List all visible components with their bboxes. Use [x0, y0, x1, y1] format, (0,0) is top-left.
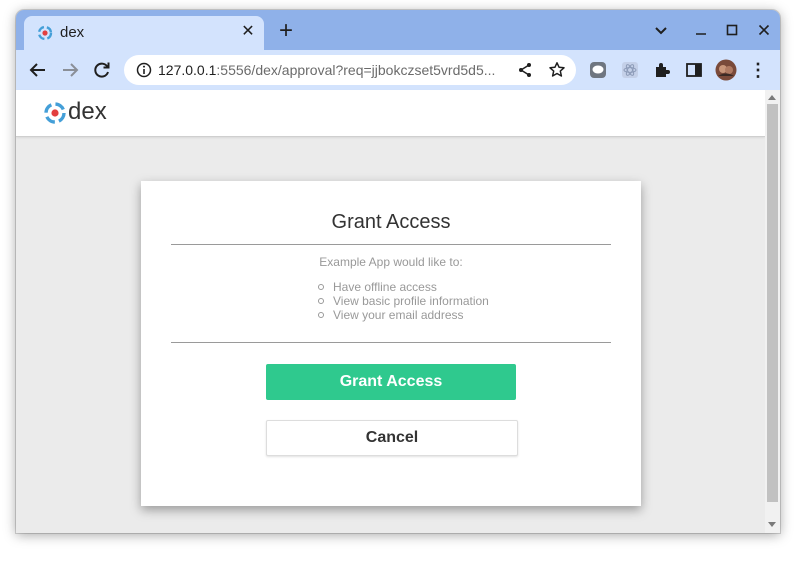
- cancel-button[interactable]: Cancel: [266, 420, 518, 456]
- url-host: 127.0.0.1: [158, 62, 217, 78]
- extensions-puzzle-icon[interactable]: [650, 58, 674, 82]
- line-extension-icon[interactable]: [586, 58, 610, 82]
- scope-item: View your email address: [317, 308, 489, 322]
- title-divider: [171, 244, 611, 245]
- scroll-down-arrow-icon[interactable]: [768, 522, 776, 527]
- side-panel-icon[interactable]: [682, 58, 706, 82]
- scope-list: Have offline access View basic profile i…: [317, 280, 489, 322]
- url-text[interactable]: 127.0.0.1:5556/dex/approval?req=jjbokczs…: [158, 62, 508, 78]
- page-viewport: dex Grant Access Example App would like …: [16, 90, 765, 533]
- scope-divider: [171, 342, 611, 343]
- share-icon[interactable]: [516, 61, 534, 79]
- vertical-scrollbar[interactable]: [765, 90, 780, 533]
- tab-dex[interactable]: dex ✕: [24, 16, 264, 50]
- tab-search-dropdown-icon[interactable]: [649, 18, 673, 42]
- tab-close-icon[interactable]: ✕: [238, 22, 258, 42]
- page-title: Grant Access: [331, 211, 451, 233]
- tab-strip: dex ✕ +: [16, 10, 780, 50]
- more-menu-icon[interactable]: ⋮: [746, 58, 770, 82]
- url-path: :5556/dex/approval?req=jjbokczset5vrd5d5…: [216, 62, 496, 78]
- forward-button[interactable]: [58, 58, 82, 82]
- browser-toolbar: 127.0.0.1:5556/dex/approval?req=jjbokczs…: [16, 50, 780, 90]
- tab-title: dex: [60, 24, 85, 41]
- approval-lead-text: Example App would like to:: [319, 255, 463, 269]
- react-devtools-icon[interactable]: [618, 58, 642, 82]
- back-button[interactable]: [26, 58, 50, 82]
- reload-button[interactable]: [90, 58, 114, 82]
- scroll-thumb[interactable]: [767, 104, 778, 502]
- dex-logo-text: dex: [68, 98, 107, 125]
- scope-item: Have offline access: [317, 280, 489, 294]
- browser-window: dex ✕ + 127.0.0.1:5556/dex/approval?req=…: [16, 10, 780, 533]
- address-bar[interactable]: 127.0.0.1:5556/dex/approval?req=jjbokczs…: [124, 55, 576, 85]
- dex-header: dex: [16, 90, 765, 137]
- maximize-button[interactable]: [720, 18, 744, 42]
- grant-access-button[interactable]: Grant Access: [266, 364, 516, 400]
- close-window-button[interactable]: [752, 18, 776, 42]
- minimize-button[interactable]: [689, 18, 713, 42]
- dex-logo-icon: [44, 102, 66, 124]
- dex-favicon-icon: [37, 25, 53, 41]
- bookmark-star-icon[interactable]: [548, 61, 566, 79]
- approval-card: Grant Access Example App would like to: …: [141, 181, 641, 506]
- scope-item: View basic profile information: [317, 294, 489, 308]
- site-info-icon[interactable]: [136, 62, 152, 78]
- new-tab-button[interactable]: +: [274, 19, 298, 44]
- profile-avatar-icon[interactable]: [714, 58, 738, 82]
- scroll-up-arrow-icon[interactable]: [768, 95, 776, 100]
